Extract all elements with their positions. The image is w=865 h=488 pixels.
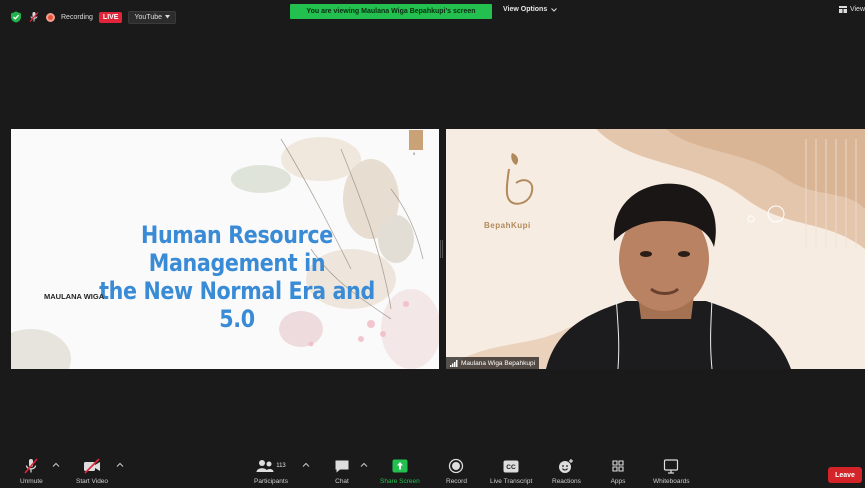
video-off-icon	[84, 458, 101, 474]
share-screen-icon	[392, 459, 408, 473]
chat-label: Chat	[335, 478, 349, 485]
share-screen-label: Share Screen	[380, 478, 420, 485]
slide-title-line-2: the New Normal Era and 5.0	[99, 277, 375, 333]
chevron-up-icon[interactable]	[116, 461, 124, 469]
participant-name: Maulana Wiga Bepahkupi	[461, 359, 536, 367]
meeting-status-group: Recording LIVE YouTube	[10, 8, 176, 26]
whiteboard-icon	[664, 458, 679, 474]
chat-button[interactable]: Chat	[334, 458, 350, 485]
view-label: View	[849, 6, 865, 13]
live-transcript-button[interactable]: CC Live Transcript	[490, 458, 532, 485]
chevron-down-icon	[165, 15, 170, 19]
live-badge[interactable]: LIVE	[98, 11, 123, 23]
view-options-label: View Options	[503, 6, 548, 13]
slide-title-line-1: Human Resource Management in	[141, 221, 333, 277]
chevron-up-icon[interactable]	[302, 461, 310, 469]
chevron-up-icon[interactable]	[360, 461, 368, 469]
slide-logo-badge	[409, 130, 423, 150]
participants-button[interactable]: 113 Participants	[254, 458, 288, 485]
youtube-button[interactable]: YouTube	[128, 10, 176, 24]
shield-icon[interactable]	[10, 11, 22, 23]
live-transcript-label: Live Transcript	[490, 478, 533, 485]
shared-screen[interactable]: 5 Human Resource Management in the New N…	[11, 129, 439, 369]
pane-splitter-handle[interactable]	[440, 240, 443, 258]
chevron-up-icon[interactable]	[52, 461, 60, 469]
video-background	[446, 129, 865, 369]
reactions-label: Reactions	[552, 478, 581, 485]
recording-label[interactable]: Recording	[61, 14, 93, 21]
slide-title: Human Resource Management in the New Nor…	[86, 221, 389, 333]
apps-icon	[612, 460, 624, 472]
participant-name-tag: Maulana Wiga Bepahkupi	[446, 357, 540, 369]
signal-icon	[450, 359, 458, 367]
mic-off-icon	[24, 458, 38, 474]
leave-button[interactable]: Leave	[828, 467, 862, 483]
record-dot-icon	[46, 12, 55, 22]
whiteboards-button[interactable]: Whiteboards	[653, 458, 690, 485]
unmute-label: Unmute	[20, 478, 43, 485]
chevron-down-icon	[551, 7, 558, 12]
cc-icon: CC	[503, 460, 519, 472]
meeting-toolbar: Unmute Start Video 113 Participants Chat…	[0, 452, 865, 488]
participants-count: 113	[276, 463, 286, 469]
apps-button[interactable]: Apps	[610, 458, 626, 485]
view-layout-button[interactable]: View	[838, 6, 865, 13]
slide-page-number: 5	[413, 151, 416, 156]
unmute-button[interactable]: Unmute	[20, 458, 43, 485]
start-video-label: Start Video	[76, 478, 109, 485]
share-screen-button[interactable]: Share Screen	[380, 458, 420, 485]
slide-author: MAULANA WIGA	[44, 292, 105, 301]
view-options-button[interactable]: View Options	[503, 6, 558, 13]
viewing-screen-banner: You are viewing Maulana Wiga Bepahkupi's…	[290, 4, 492, 19]
participants-label: Participants	[254, 478, 288, 485]
reactions-button[interactable]: Reactions	[552, 458, 581, 485]
participant-video-tile[interactable]: BepahKupi Maulana Wiga Bepahkupi	[446, 129, 865, 369]
mic-off-icon[interactable]	[28, 11, 40, 23]
reactions-icon	[559, 459, 574, 473]
whiteboards-label: Whiteboards	[653, 478, 690, 485]
view-grid-icon	[838, 6, 847, 13]
chat-icon	[335, 460, 349, 472]
top-bar: Recording LIVE YouTube You are viewing M…	[0, 0, 865, 28]
youtube-label: YouTube	[134, 13, 162, 21]
record-icon	[449, 458, 464, 474]
participants-icon	[256, 460, 274, 472]
apps-label: Apps	[610, 478, 626, 485]
record-button[interactable]: Record	[446, 458, 467, 485]
brand-name: BepahKupi	[484, 221, 531, 230]
start-video-button[interactable]: Start Video	[76, 458, 108, 485]
record-label: Record	[446, 478, 467, 485]
cc-text: CC	[506, 464, 516, 471]
